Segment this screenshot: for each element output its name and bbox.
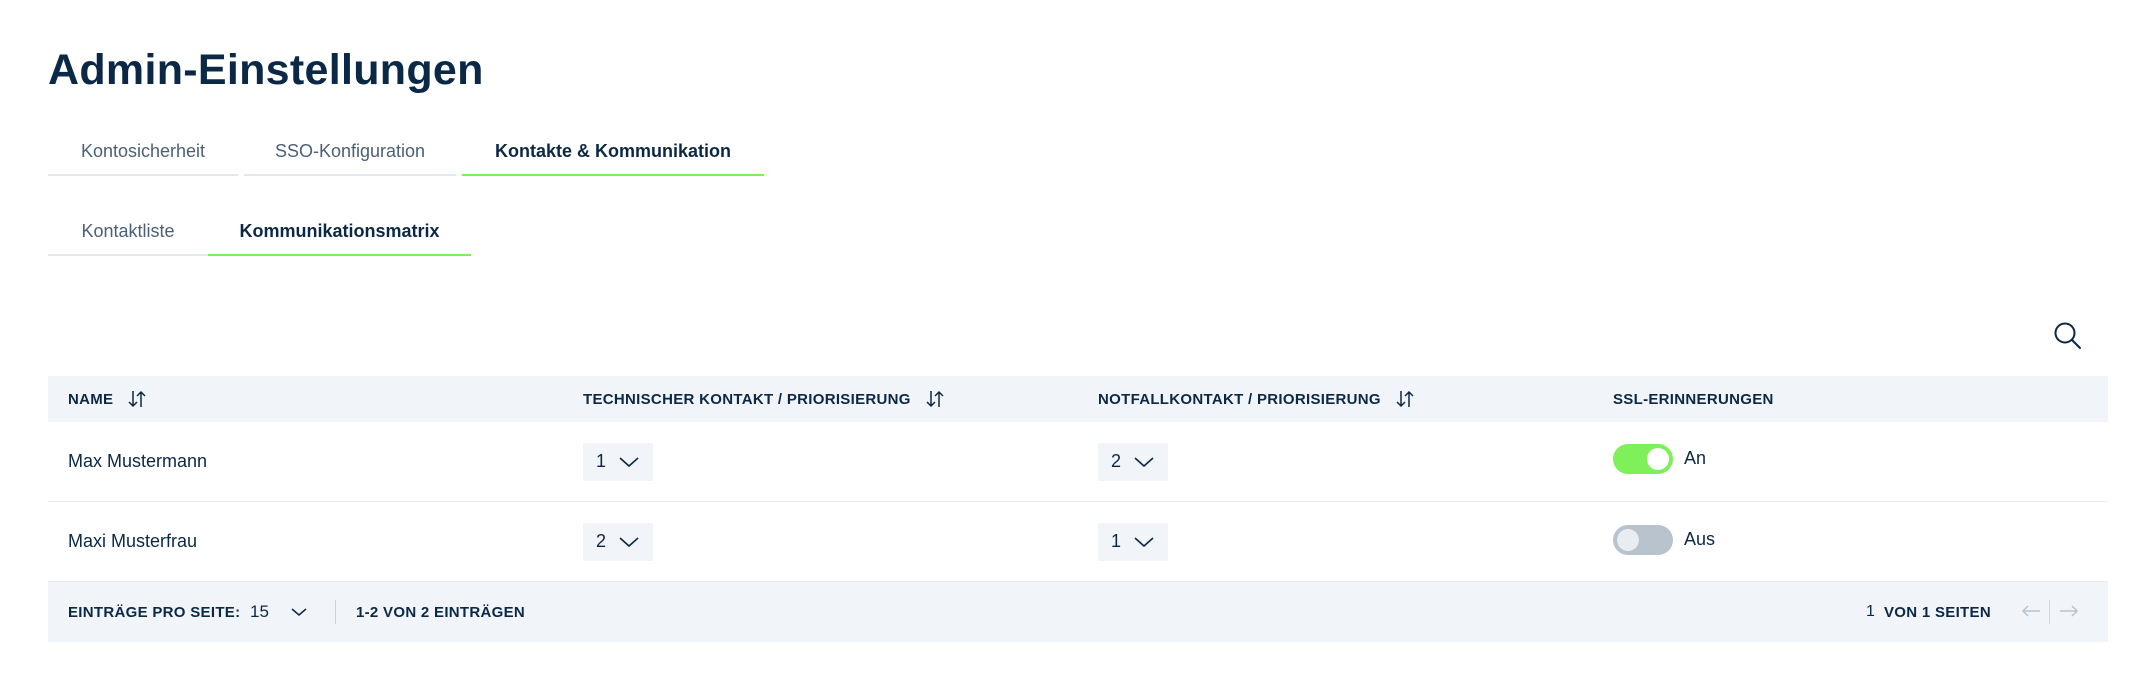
toggle-label: An	[1684, 448, 1707, 468]
toggle-label: Aus	[1684, 529, 1716, 549]
arrow-right-icon[interactable]	[2058, 600, 2080, 622]
subtab-kontaktliste[interactable]: Kontaktliste	[48, 208, 208, 256]
pagination-bar: EINTRÄGE PRO SEITE: 15 1-2 VON 2 EINTRÄG…	[48, 582, 2108, 642]
table-row: Maxi Musterfrau 2 1 Aus	[48, 502, 2108, 582]
ssl-reminder-toggle-group: An	[1613, 443, 1707, 474]
chevron-down-icon	[619, 456, 639, 467]
table-row: Max Mustermann 1 2 An	[48, 422, 2108, 502]
current-page: 1	[1866, 603, 1875, 620]
ssl-reminder-toggle[interactable]	[1613, 443, 1673, 474]
column-header-technical-contact: TECHNISCHER KONTAKT / PRIORISIERUNG	[583, 388, 945, 410]
tab-kontakte-kommunikation[interactable]: Kontakte & Kommunikation	[462, 128, 764, 176]
chevron-down-icon	[291, 608, 307, 616]
main-tabs: Kontosicherheit SSO-Konfiguration Kontak…	[48, 128, 764, 176]
chevron-down-icon	[1134, 536, 1154, 547]
page-title: Admin-Einstellungen	[48, 46, 484, 94]
sort-icon[interactable]	[1395, 388, 1415, 410]
chevron-down-icon	[619, 536, 639, 547]
technical-priority-select[interactable]: 2	[583, 522, 653, 561]
emergency-priority-select[interactable]: 2	[1098, 442, 1168, 481]
entries-per-page-select[interactable]: 15	[250, 602, 307, 622]
subtab-kommunikationsmatrix[interactable]: Kommunikationsmatrix	[208, 208, 471, 256]
sort-icon[interactable]	[127, 388, 147, 410]
ssl-reminder-toggle[interactable]	[1613, 524, 1673, 555]
table-header: NAME TECHNISCHER KONTAKT / PRIORISIERUNG…	[48, 376, 2108, 422]
column-header-ssl-reminders: SSL-ERINNERUNGEN	[1613, 390, 1774, 408]
sub-tabs: Kontaktliste Kommunikationsmatrix	[48, 208, 471, 256]
total-pages: VON 1 SEITEN	[1884, 603, 1991, 621]
sort-icon[interactable]	[925, 388, 945, 410]
ssl-reminder-toggle-group: Aus	[1613, 524, 1716, 555]
contact-name: Max Mustermann	[68, 451, 208, 471]
contact-name: Maxi Musterfrau	[68, 531, 198, 551]
communication-matrix-table: NAME TECHNISCHER KONTAKT / PRIORISIERUNG…	[48, 376, 2108, 642]
entries-per-page-label: EINTRÄGE PRO SEITE:	[68, 603, 241, 621]
technical-priority-select[interactable]: 1	[583, 442, 653, 481]
toggle-knob	[1617, 528, 1639, 551]
column-header-name: NAME	[68, 388, 147, 410]
tab-sso-konfiguration[interactable]: SSO-Konfiguration	[244, 128, 456, 176]
toggle-knob	[1647, 447, 1669, 470]
search-icon[interactable]	[2052, 320, 2084, 352]
divider	[335, 600, 336, 624]
chevron-down-icon	[1134, 456, 1154, 467]
column-header-emergency-contact: NOTFALLKONTAKT / PRIORISIERUNG	[1098, 388, 1415, 410]
arrow-left-icon[interactable]	[2020, 600, 2042, 622]
divider	[2049, 600, 2050, 624]
entries-range: 1-2 VON 2 EINTRÄGEN	[356, 603, 526, 621]
emergency-priority-select[interactable]: 1	[1098, 522, 1168, 561]
tab-kontosicherheit[interactable]: Kontosicherheit	[48, 128, 238, 176]
